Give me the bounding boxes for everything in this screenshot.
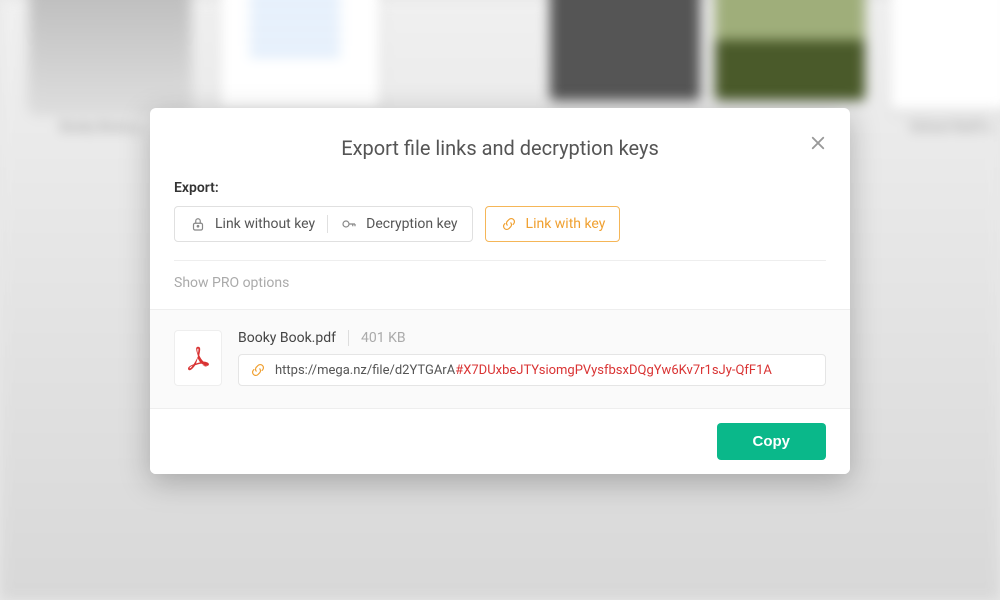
lock-icon — [189, 215, 207, 233]
link-text: https://mega.nz/file/d2YTGArA#X7DUxbeJTY… — [275, 363, 772, 378]
file-meta: Booky Book.pdf 401 KB — [238, 330, 826, 346]
show-pro-options-link[interactable]: Show PRO options — [174, 261, 826, 309]
link-key-icon — [500, 215, 518, 233]
modal-footer: Copy — [150, 408, 850, 474]
file-section: Booky Book.pdf 401 KB https://mega.nz/fi… — [150, 309, 850, 408]
file-size: 401 KB — [361, 330, 406, 346]
modal-header: Export file links and decryption keys — [150, 108, 850, 180]
pdf-icon — [183, 343, 213, 373]
decryption-key-option[interactable]: Decryption key — [366, 216, 457, 232]
link-with-key-small-icon — [249, 361, 267, 379]
pdf-file-icon — [174, 330, 222, 386]
link-decryption-key: #X7DUxbeJTYsiomgPVysfbsxDQgYw6Kv7r1sJy-Q… — [455, 363, 772, 378]
link-base-url: https://mega.nz/file/d2YTGArA — [275, 363, 455, 378]
key-icon — [340, 215, 358, 233]
modal-body: Export: Link without key — [150, 180, 850, 309]
export-links-modal: Export file links and decryption keys Ex… — [150, 108, 850, 474]
export-option-row: Link without key Decryption key — [174, 206, 826, 242]
link-without-key-option[interactable]: Link without key — [215, 216, 315, 232]
link-with-key-label: Link with key — [526, 216, 606, 232]
option-separator — [327, 215, 328, 233]
meta-separator — [348, 330, 349, 346]
export-label: Export: — [174, 180, 826, 196]
link-without-key-and-decryption-key-group: Link without key Decryption key — [174, 206, 473, 242]
copy-button[interactable]: Copy — [717, 423, 827, 460]
link-field[interactable]: https://mega.nz/file/d2YTGArA#X7DUxbeJTY… — [238, 354, 826, 386]
link-with-key-option[interactable]: Link with key — [485, 206, 621, 242]
file-name: Booky Book.pdf — [238, 330, 336, 346]
modal-title: Export file links and decryption keys — [174, 136, 826, 160]
file-info: Booky Book.pdf 401 KB https://mega.nz/fi… — [238, 330, 826, 386]
close-icon — [809, 134, 827, 152]
close-button[interactable] — [804, 134, 832, 162]
